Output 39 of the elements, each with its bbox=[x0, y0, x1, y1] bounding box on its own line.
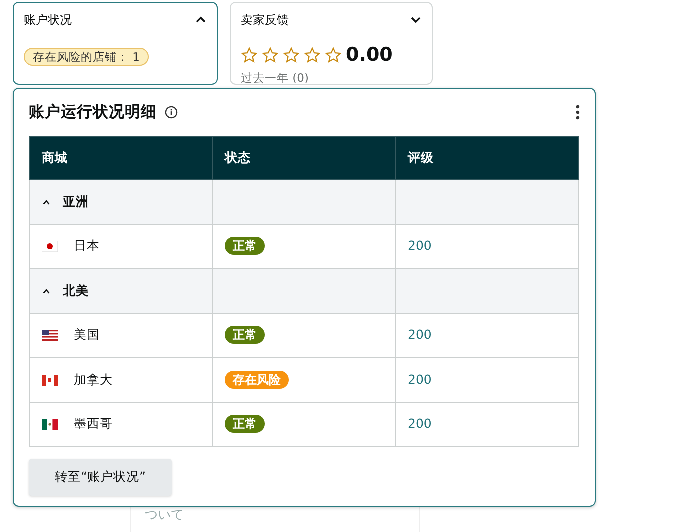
flag-icon bbox=[42, 419, 58, 430]
marketplace-name: 墨西哥 bbox=[74, 415, 113, 434]
rating-score: 0.00 bbox=[346, 43, 393, 68]
rating-period: 过去一年 (0) bbox=[241, 70, 310, 86]
region-name: 北美 bbox=[63, 282, 89, 300]
marketplace-name: 美国 bbox=[74, 326, 100, 344]
star-icon bbox=[262, 46, 279, 64]
info-icon[interactable] bbox=[165, 106, 178, 120]
status-badge: 正常 bbox=[225, 415, 265, 434]
status-badge: 存在风险 bbox=[225, 370, 289, 389]
flag-icon bbox=[42, 241, 58, 252]
card-title: 卖家反馈 bbox=[241, 12, 289, 29]
marketplace-name: 加拿大 bbox=[74, 370, 113, 389]
star-icon bbox=[325, 46, 342, 64]
flag-icon bbox=[42, 374, 58, 386]
rating-value: 200 bbox=[408, 372, 432, 387]
column-header: 评级 bbox=[396, 136, 578, 180]
star-icon bbox=[283, 46, 300, 64]
star-icon bbox=[241, 46, 258, 64]
column-header: 状态 bbox=[212, 136, 396, 180]
risk-badge: 存在风险的店铺： 1 bbox=[24, 48, 149, 66]
rating-value: 200 bbox=[408, 327, 432, 342]
account-status-card[interactable]: 账户状况 存在风险的店铺： 1 bbox=[13, 2, 218, 85]
collapse-icon[interactable] bbox=[42, 198, 51, 206]
go-to-account-status-button[interactable]: 转至“账户状况” bbox=[29, 459, 172, 496]
card-title: 账户状况 bbox=[24, 12, 72, 29]
status-badge: 正常 bbox=[225, 237, 265, 256]
star-icon bbox=[304, 46, 321, 64]
panel-title: 账户运行状况明细 bbox=[29, 102, 157, 123]
marketplace-name: 日本 bbox=[74, 237, 100, 256]
region-name: 亚洲 bbox=[63, 192, 89, 211]
more-options-icon[interactable] bbox=[576, 105, 580, 120]
rating-value: 200 bbox=[408, 238, 432, 254]
rating-value: 200 bbox=[408, 416, 432, 432]
flag-icon bbox=[42, 330, 58, 341]
seller-feedback-card[interactable]: 卖家反馈 0.00 过去一年 (0) bbox=[230, 2, 433, 85]
status-badge: 正常 bbox=[225, 326, 265, 344]
collapse-icon[interactable] bbox=[42, 286, 51, 296]
column-header: 商城 bbox=[30, 136, 212, 180]
